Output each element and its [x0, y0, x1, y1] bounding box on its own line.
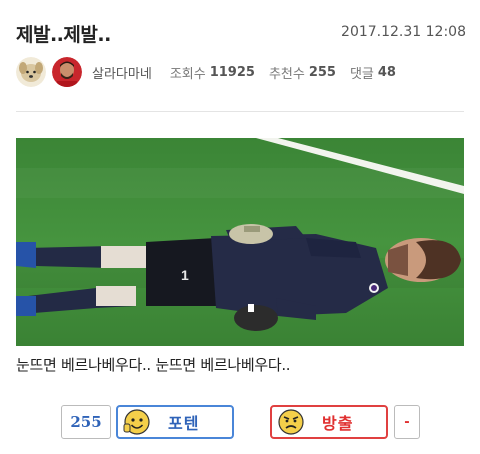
player-avatar-icon: [52, 57, 82, 87]
release-button-label: 방출: [322, 414, 354, 433]
views-count: 11925: [209, 64, 255, 80]
author-avatar-dog[interactable]: [16, 57, 46, 87]
author-name[interactable]: 살라다마네: [92, 63, 152, 82]
release-button[interactable]: 방출: [270, 405, 388, 439]
jersey-number: 1: [181, 267, 189, 283]
header-divider: [16, 111, 464, 112]
goalkeeper-lying-on-pitch-image: 1: [16, 138, 464, 346]
post-title: 제발..제발..: [16, 24, 111, 46]
views-label: 조회수: [169, 66, 206, 82]
post-date: 2017.12.31 12:08: [341, 24, 466, 40]
angry-face-icon: [278, 409, 304, 435]
post-image: 1: [16, 138, 464, 346]
author-avatar-player[interactable]: [52, 57, 82, 87]
vote-row: 255 포텐 방출 -: [0, 405, 480, 439]
recommend-count: 255: [308, 64, 336, 80]
release-count-box: -: [394, 405, 420, 439]
recommend-label: 추천수: [268, 66, 305, 82]
comments-label: 댓글: [349, 66, 374, 82]
recommend-count-box: 255: [61, 405, 111, 439]
happy-face-icon: [123, 409, 150, 435]
recommend-button-label: 포텐: [168, 414, 200, 433]
post-meta: 살라다마네 조회수 11925 추천수 255 댓글 48: [16, 56, 466, 88]
comments-count: 48: [377, 64, 396, 80]
post-caption: 눈뜨면 베르나베우다.. 눈뜨면 베르나베우다..: [16, 356, 291, 374]
post-header: 제발..제발.. 2017.12.31 12:08: [16, 18, 466, 48]
recommend-button[interactable]: 포텐: [116, 405, 234, 439]
dog-avatar-icon: [16, 57, 46, 87]
